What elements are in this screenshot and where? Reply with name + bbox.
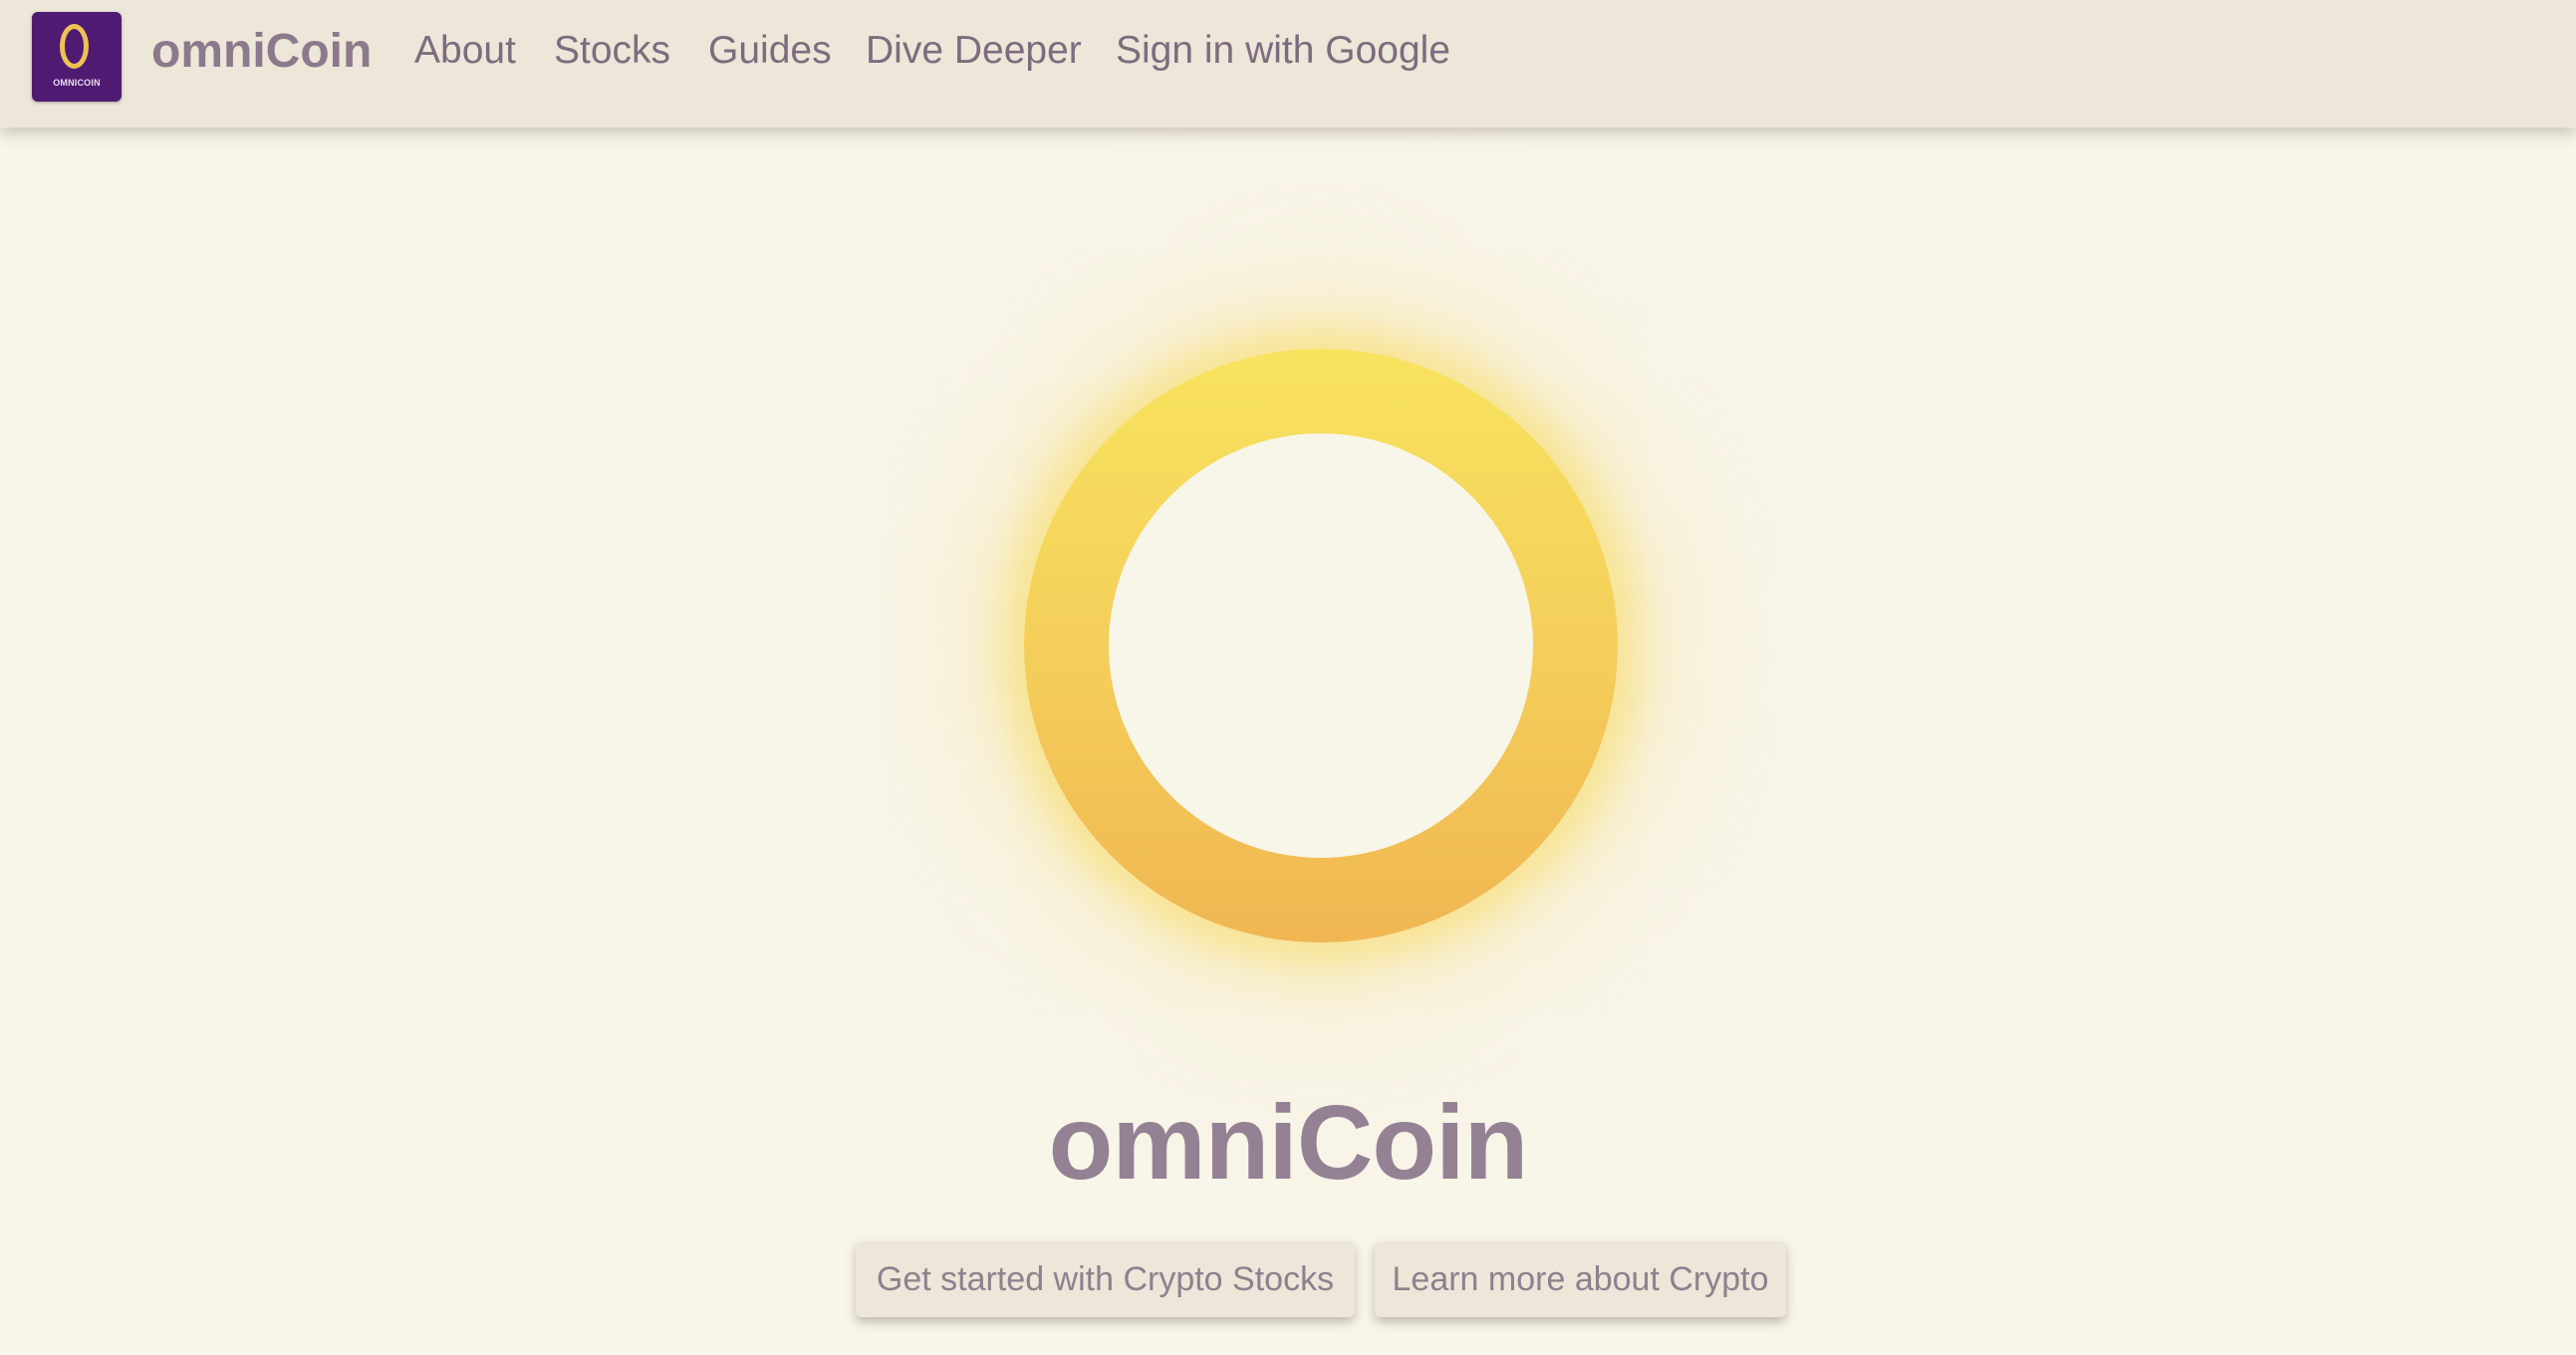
nav-link-guides[interactable]: Guides <box>708 24 832 78</box>
nav-link-about[interactable]: About <box>414 24 516 78</box>
sign-in-with-google-link[interactable]: Sign in with Google <box>1116 24 1450 78</box>
top-navbar: OMNICOIN omniCoin About Stocks Guides Di… <box>0 0 2576 128</box>
nav-link-stocks[interactable]: Stocks <box>554 24 670 78</box>
hero-title: omniCoin <box>1048 1084 1529 1202</box>
coin-ring-logo-icon <box>60 24 89 69</box>
get-started-crypto-stocks-button[interactable]: Get started with Crypto Stocks <box>856 1241 1355 1317</box>
logo-caption: OMNICOIN <box>53 78 101 88</box>
coin-ring-center <box>1109 433 1533 858</box>
brand-name-link[interactable]: omniCoin <box>151 22 372 82</box>
omnicoin-logo[interactable]: OMNICOIN <box>32 12 122 102</box>
learn-more-crypto-button[interactable]: Learn more about Crypto <box>1375 1241 1786 1317</box>
nav-link-dive-deeper[interactable]: Dive Deeper <box>866 24 1082 78</box>
